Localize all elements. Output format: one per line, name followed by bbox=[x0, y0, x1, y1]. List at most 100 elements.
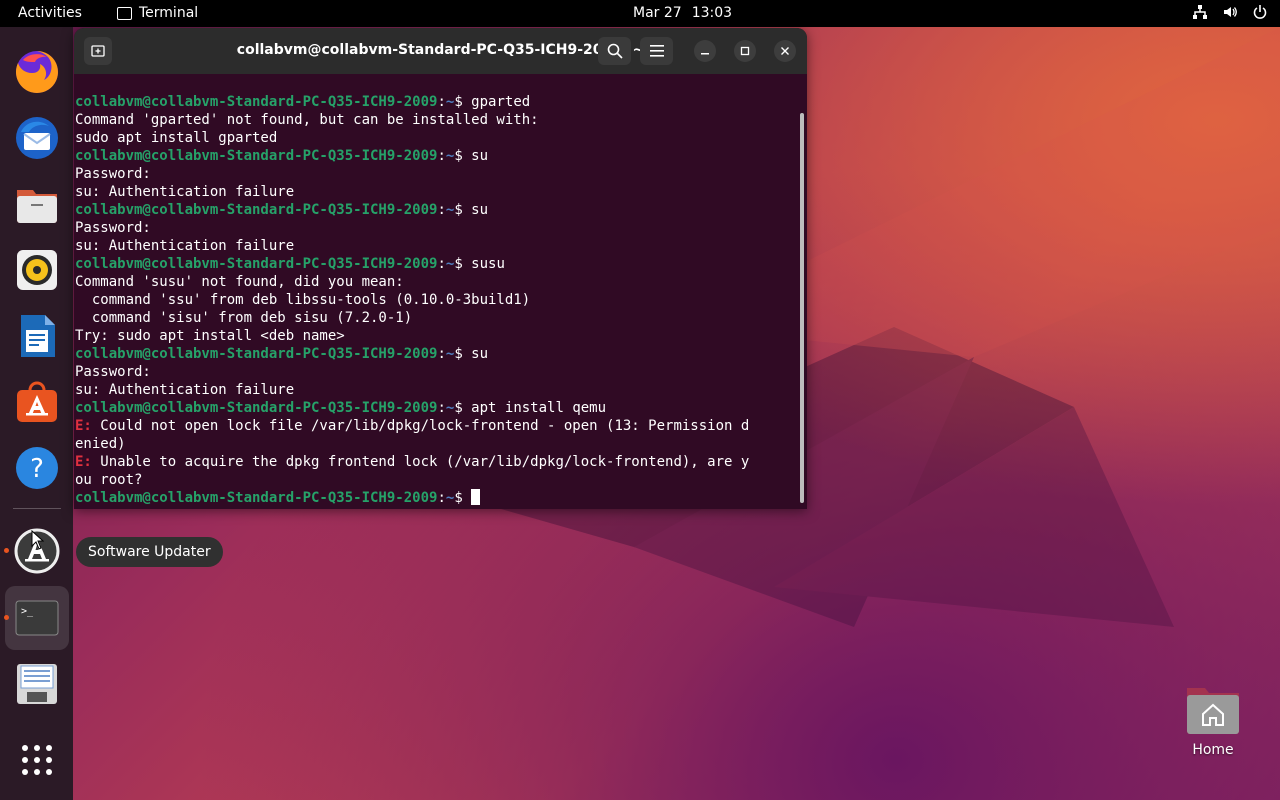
dock: ? >_ bbox=[0, 27, 73, 800]
error-prefix: E: bbox=[75, 454, 92, 470]
dock-thunderbird[interactable] bbox=[5, 106, 69, 170]
dock-firefox[interactable] bbox=[5, 40, 69, 104]
text-cursor bbox=[471, 489, 481, 505]
prompt-symbol: $ bbox=[454, 400, 472, 416]
command-text: apt install qemu bbox=[471, 400, 607, 416]
terminal-line: E: Unable to acquire the dpkg frontend l… bbox=[75, 453, 797, 471]
software-icon bbox=[17, 381, 57, 422]
running-indicator bbox=[4, 615, 9, 620]
apps-grid-icon bbox=[22, 745, 52, 775]
search-icon bbox=[607, 43, 623, 59]
clock-time: 13:03 bbox=[691, 5, 733, 21]
command-text: gparted bbox=[471, 94, 531, 110]
prompt-symbol: $ bbox=[454, 94, 472, 110]
terminal-icon: >_ bbox=[15, 600, 59, 636]
terminal-output[interactable]: collabvm@collabvm-Standard-PC-Q35-ICH9-2… bbox=[75, 93, 797, 509]
terminal-line: Password: bbox=[75, 363, 797, 381]
minimize-button[interactable] bbox=[694, 40, 716, 62]
output-text: Password: bbox=[75, 220, 151, 236]
prompt-user-host: collabvm@collabvm-Standard-PC-Q35-ICH9-2… bbox=[75, 256, 438, 272]
dock-writer[interactable] bbox=[5, 304, 69, 368]
close-button[interactable] bbox=[774, 40, 796, 62]
terminal-headerbar[interactable]: collabvm@collabvm-Standard-PC-Q35-ICH9-2… bbox=[74, 28, 807, 74]
dock-software-updater[interactable] bbox=[4, 519, 69, 583]
activities-button[interactable]: Activities bbox=[18, 5, 82, 21]
terminal-mini-icon bbox=[117, 6, 132, 20]
prompt-separator: : bbox=[437, 202, 446, 218]
desktop-home-icon[interactable]: Home bbox=[1182, 684, 1244, 758]
terminal-line: enied) bbox=[75, 435, 797, 453]
output-text: Password: bbox=[75, 166, 151, 182]
prompt-symbol: $ bbox=[454, 256, 472, 272]
output-text: su: Authentication failure bbox=[75, 238, 295, 254]
output-text: ou root? bbox=[75, 472, 143, 488]
terminal-line: Command 'gparted' not found, but can be … bbox=[75, 111, 797, 129]
help-icon: ? bbox=[16, 447, 58, 489]
hamburger-menu-icon bbox=[649, 45, 664, 57]
dock-save-disk[interactable] bbox=[5, 652, 69, 716]
dock-files[interactable] bbox=[5, 172, 69, 236]
prompt-user-host: collabvm@collabvm-Standard-PC-Q35-ICH9-2… bbox=[75, 490, 438, 506]
terminal-line: sudo apt install gparted bbox=[75, 129, 797, 147]
clock-date: Mar 27 bbox=[633, 5, 682, 21]
command-text: su bbox=[471, 346, 489, 362]
prompt-separator: : bbox=[437, 148, 446, 164]
output-text: Command 'gparted' not found, but can be … bbox=[75, 112, 539, 128]
prompt-separator: : bbox=[437, 94, 446, 110]
command-text: su bbox=[471, 148, 489, 164]
files-icon bbox=[17, 190, 57, 223]
output-text: Command 'susu' not found, did you mean: bbox=[75, 274, 404, 290]
prompt-symbol: $ bbox=[454, 346, 472, 362]
output-text: su: Authentication failure bbox=[75, 184, 295, 200]
menu-button[interactable] bbox=[640, 37, 673, 65]
terminal-line: Command 'susu' not found, did you mean: bbox=[75, 273, 797, 291]
terminal-line: collabvm@collabvm-Standard-PC-Q35-ICH9-2… bbox=[75, 255, 797, 273]
terminal-window[interactable]: collabvm@collabvm-Standard-PC-Q35-ICH9-2… bbox=[74, 28, 807, 509]
maximize-icon bbox=[740, 46, 750, 56]
dock-ubuntu-software[interactable] bbox=[5, 370, 69, 434]
output-text: command 'sisu' from deb sisu (7.2.0-1) bbox=[75, 310, 413, 326]
prompt-user-host: collabvm@collabvm-Standard-PC-Q35-ICH9-2… bbox=[75, 202, 438, 218]
prompt-symbol: $ bbox=[454, 202, 472, 218]
output-text: Password: bbox=[75, 364, 151, 380]
dock-show-apps[interactable] bbox=[5, 728, 69, 792]
home-folder-icon bbox=[1185, 684, 1241, 736]
output-text: su: Authentication failure bbox=[75, 382, 295, 398]
terminal-line: su: Authentication failure bbox=[75, 237, 797, 255]
prompt-user-host: collabvm@collabvm-Standard-PC-Q35-ICH9-2… bbox=[75, 400, 438, 416]
app-menu-label: Terminal bbox=[139, 5, 199, 21]
terminal-line: collabvm@collabvm-Standard-PC-Q35-ICH9-2… bbox=[75, 489, 797, 507]
terminal-line: su: Authentication failure bbox=[75, 381, 797, 399]
search-button[interactable] bbox=[598, 37, 631, 65]
prompt-separator: : bbox=[437, 346, 446, 362]
mouse-pointer-icon bbox=[31, 530, 45, 550]
volume-icon bbox=[1224, 7, 1237, 17]
minimize-icon bbox=[701, 53, 709, 55]
firefox-icon bbox=[15, 51, 58, 93]
prompt-separator: : bbox=[437, 400, 446, 416]
dock-terminal[interactable]: >_ bbox=[4, 586, 69, 650]
dock-help[interactable]: ? bbox=[5, 436, 69, 500]
terminal-line: Password: bbox=[75, 165, 797, 183]
terminal-scrollbar[interactable] bbox=[800, 113, 804, 503]
prompt-separator: : bbox=[437, 256, 446, 272]
error-text: Unable to acquire the dpkg frontend lock… bbox=[91, 454, 750, 470]
system-tray[interactable] bbox=[1192, 4, 1268, 20]
prompt-separator: : bbox=[437, 490, 446, 506]
dock-rhythmbox[interactable] bbox=[5, 238, 69, 302]
clock[interactable]: Mar 27 13:03 bbox=[633, 5, 732, 21]
terminal-line: collabvm@collabvm-Standard-PC-Q35-ICH9-2… bbox=[75, 93, 797, 111]
output-text: sudo apt install gparted bbox=[75, 130, 278, 146]
terminal-line: command 'sisu' from deb sisu (7.2.0-1) bbox=[75, 309, 797, 327]
top-bar: Activities Terminal Mar 27 13:03 bbox=[0, 0, 1280, 27]
app-menu[interactable]: Terminal bbox=[117, 5, 198, 21]
svg-text:?: ? bbox=[30, 454, 44, 484]
thunderbird-icon bbox=[16, 117, 58, 159]
output-text: command 'ssu' from deb libssu-tools (0.1… bbox=[75, 292, 531, 308]
command-text: susu bbox=[471, 256, 505, 272]
dock-separator bbox=[13, 508, 61, 509]
maximize-button[interactable] bbox=[734, 40, 756, 62]
close-icon bbox=[781, 47, 789, 55]
power-icon bbox=[1253, 5, 1267, 19]
terminal-line: collabvm@collabvm-Standard-PC-Q35-ICH9-2… bbox=[75, 345, 797, 363]
